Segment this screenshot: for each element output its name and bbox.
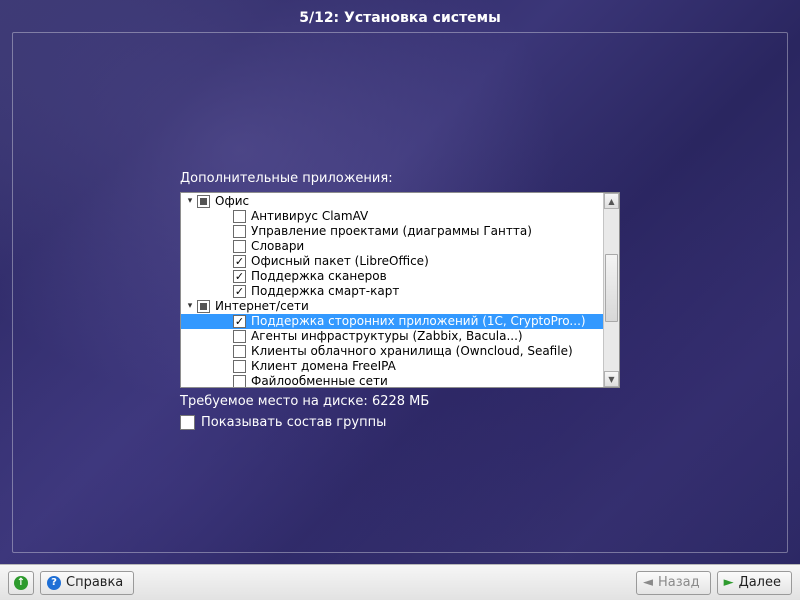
expander-icon	[221, 317, 231, 327]
help-button[interactable]: ? Справка	[40, 571, 134, 595]
disk-space-required: Требуемое место на диске: 6228 МБ	[180, 394, 620, 409]
tree-group[interactable]: ▾ Интернет/сети	[181, 299, 603, 314]
expander-icon	[221, 362, 231, 372]
tree-checkbox[interactable]	[233, 375, 246, 388]
back-button[interactable]: ◄ Назад	[636, 571, 711, 595]
tree-item-label: Файлообменные сети	[251, 374, 388, 388]
tree-item-label: Офисный пакет (LibreOffice)	[251, 254, 429, 269]
tree-item[interactable]: Агенты инфраструктуры (Zabbix, Bacula...…	[181, 329, 603, 344]
show-group-checkbox[interactable]	[180, 415, 195, 430]
tree-checkbox[interactable]	[233, 330, 246, 343]
tree-item[interactable]: Управление проектами (диаграммы Гантта)	[181, 224, 603, 239]
expander-icon[interactable]: ▾	[185, 302, 195, 312]
tree-item-label: Словари	[251, 239, 304, 254]
chevron-right-icon: ►	[724, 575, 734, 590]
tree-item-label: Клиент домена FreeIPA	[251, 359, 396, 374]
tree-item-label: Антивирус ClamAV	[251, 209, 368, 224]
scroll-down-button[interactable]: ▼	[604, 371, 619, 387]
tree-item[interactable]: Антивирус ClamAV	[181, 209, 603, 224]
tree-checkbox[interactable]	[233, 360, 246, 373]
tree-item-label: Поддержка сканеров	[251, 269, 387, 284]
tree-checkbox[interactable]	[233, 285, 246, 298]
chevron-left-icon: ◄	[643, 575, 653, 590]
tree-item[interactable]: Клиенты облачного хранилища (Owncloud, S…	[181, 344, 603, 359]
expander-icon	[221, 332, 231, 342]
expander-icon	[221, 242, 231, 252]
back-label: Назад	[658, 575, 700, 590]
show-group-label: Показывать состав группы	[201, 415, 386, 430]
footer-bar: ↑ ? Справка ◄ Назад ► Далее	[0, 564, 800, 600]
disk-space-prefix: Требуемое место на диске:	[180, 394, 372, 409]
next-label: Далее	[739, 575, 781, 590]
tree-checkbox[interactable]	[233, 315, 246, 328]
expander-icon[interactable]: ▾	[185, 197, 195, 207]
expander-icon	[221, 257, 231, 267]
tree-item[interactable]: Поддержка сканеров	[181, 269, 603, 284]
tree-item-label: Управление проектами (диаграммы Гантта)	[251, 224, 532, 239]
arrow-up-icon: ↑	[14, 576, 28, 590]
expander-icon	[221, 377, 231, 387]
tree-checkbox[interactable]	[197, 195, 210, 208]
tree-item[interactable]: Словари	[181, 239, 603, 254]
tree-item[interactable]: Поддержка смарт-карт	[181, 284, 603, 299]
tree-item-label: Интернет/сети	[215, 299, 309, 314]
tree-checkbox[interactable]	[233, 240, 246, 253]
apps-tree[interactable]: ▾ ОфисАнтивирус ClamAVУправление проектам…	[180, 192, 620, 388]
tree-item-label: Клиенты облачного хранилища (Owncloud, S…	[251, 344, 573, 359]
page-title: 5/12: Установка системы	[0, 10, 800, 26]
tree-group[interactable]: ▾ Офис	[181, 194, 603, 209]
apps-section-label: Дополнительные приложения:	[180, 171, 620, 186]
up-button[interactable]: ↑	[8, 571, 34, 595]
tree-item[interactable]: Клиент домена FreeIPA	[181, 359, 603, 374]
tree-item[interactable]: Файлообменные сети	[181, 374, 603, 388]
scroll-up-button[interactable]: ▲	[604, 193, 619, 209]
tree-item-label: Офис	[215, 194, 249, 209]
next-button[interactable]: ► Далее	[717, 571, 792, 595]
tree-checkbox[interactable]	[233, 210, 246, 223]
tree-item[interactable]: Офисный пакет (LibreOffice)	[181, 254, 603, 269]
tree-item-label: Поддержка смарт-карт	[251, 284, 399, 299]
tree-checkbox[interactable]	[233, 270, 246, 283]
expander-icon	[221, 287, 231, 297]
scroll-thumb[interactable]	[605, 254, 618, 322]
disk-space-value: 6228 МБ	[372, 394, 429, 409]
expander-icon	[221, 212, 231, 222]
expander-icon	[221, 347, 231, 357]
tree-item-label: Агенты инфраструктуры (Zabbix, Bacula...…	[251, 329, 523, 344]
expander-icon	[221, 227, 231, 237]
tree-checkbox[interactable]	[233, 345, 246, 358]
tree-checkbox[interactable]	[197, 300, 210, 313]
tree-checkbox[interactable]	[233, 255, 246, 268]
help-icon: ?	[47, 576, 61, 590]
tree-item[interactable]: Поддержка сторонних приложений (1C, Cryp…	[181, 314, 603, 329]
tree-item-label: Поддержка сторонних приложений (1C, Cryp…	[251, 314, 586, 329]
expander-icon	[221, 272, 231, 282]
tree-checkbox[interactable]	[233, 225, 246, 238]
scrollbar[interactable]: ▲ ▼	[603, 193, 619, 387]
help-label: Справка	[66, 575, 123, 590]
